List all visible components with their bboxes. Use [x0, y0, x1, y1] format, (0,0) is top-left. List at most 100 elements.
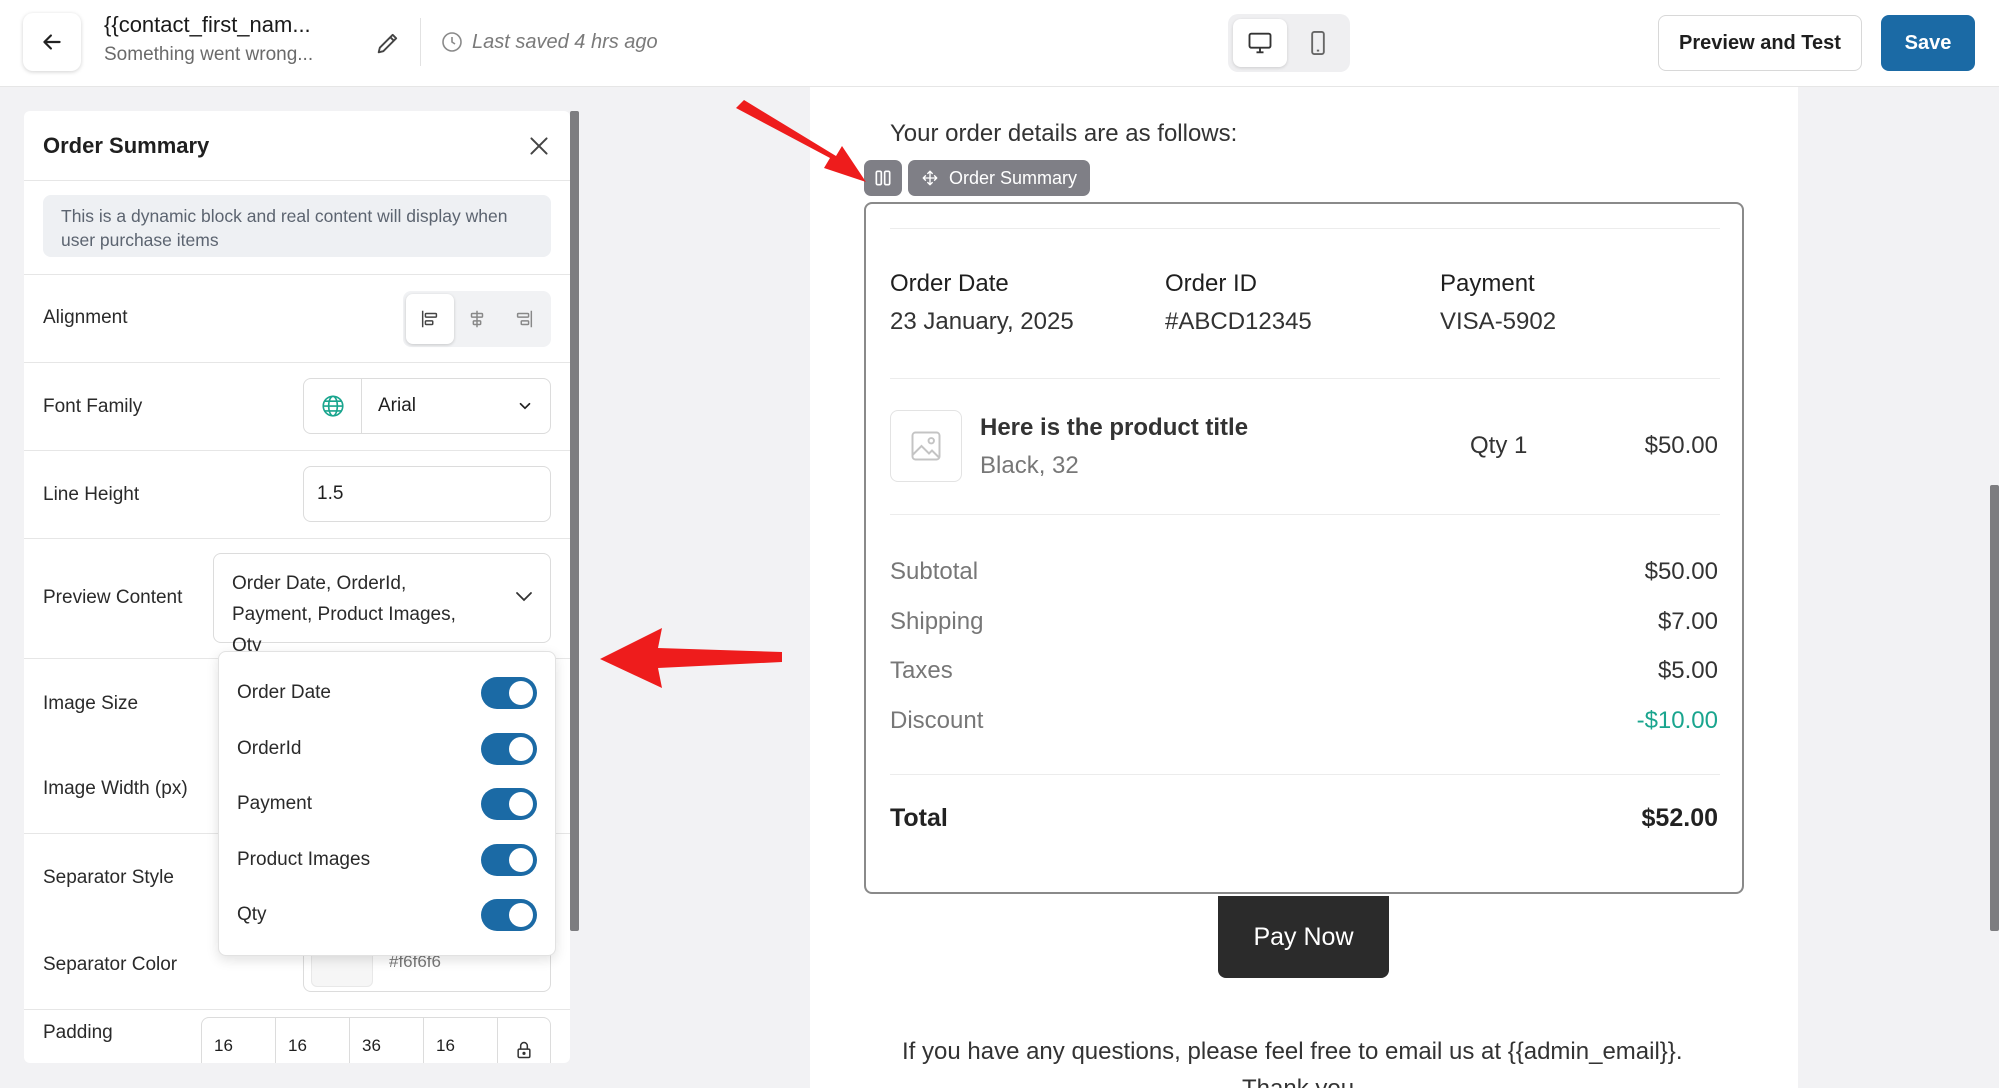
- preview-content-dropdown: Order Date OrderId Payment Product Image…: [218, 651, 556, 956]
- padding-row: Padding 16 16 36 16: [24, 1009, 570, 1063]
- last-saved-status: Last saved 4 hrs ago: [440, 30, 658, 54]
- dropdown-item-label: OrderId: [237, 738, 302, 759]
- total-value: $52.00: [1641, 804, 1718, 832]
- save-button[interactable]: Save: [1881, 15, 1975, 71]
- dropdown-item-label: Payment: [237, 793, 312, 814]
- globe-icon: [304, 379, 362, 433]
- align-right-icon: [516, 310, 533, 328]
- separator: [890, 514, 1720, 515]
- line-height-label: Line Height: [43, 484, 140, 505]
- pay-now-button[interactable]: Pay Now: [1218, 896, 1389, 978]
- align-center-button[interactable]: [453, 294, 501, 344]
- line-height-row: Line Height 1.5: [24, 450, 570, 538]
- pencil-icon[interactable]: [374, 29, 402, 57]
- back-button[interactable]: [23, 13, 81, 71]
- align-center-icon: [470, 310, 484, 328]
- padding-right-input[interactable]: 16: [276, 1018, 350, 1063]
- discount-label: Discount: [890, 707, 984, 734]
- product-title: Here is the product title: [980, 414, 1249, 441]
- order-date-column: Order Date 23 January, 2025: [890, 270, 1074, 336]
- footer-text: If you have any questions, please feel f…: [902, 1038, 1683, 1065]
- panel-scrollbar[interactable]: [570, 111, 579, 931]
- dropdown-item-order-date[interactable]: Order Date: [219, 670, 555, 716]
- preview-and-test-button[interactable]: Preview and Test: [1658, 15, 1862, 71]
- order-summary-block-tag[interactable]: Order Summary: [908, 160, 1091, 196]
- payment-value: VISA-5902: [1440, 308, 1557, 335]
- block-tag-label: Order Summary: [949, 167, 1078, 188]
- toggle-knob: [509, 681, 533, 705]
- payment-toggle[interactable]: [481, 788, 537, 820]
- separator: [890, 228, 1720, 229]
- align-right-button[interactable]: [500, 294, 548, 344]
- payment-label: Payment: [1440, 270, 1535, 297]
- align-left-button[interactable]: [406, 294, 454, 344]
- padding-inputs: 16 16 36 16: [201, 1017, 551, 1063]
- order-date-label: Order Date: [890, 270, 1009, 297]
- chevron-down-icon: [519, 402, 531, 410]
- font-family-label: Font Family: [43, 396, 143, 417]
- dropdown-item-product-images[interactable]: Product Images: [219, 837, 555, 883]
- mobile-view-button[interactable]: [1291, 19, 1345, 67]
- order-id-toggle[interactable]: [481, 733, 537, 765]
- columns-icon: [875, 170, 891, 186]
- product-image-placeholder: [890, 410, 962, 482]
- discount-value: -$10.00: [1636, 707, 1718, 734]
- alignment-buttons: [403, 291, 551, 347]
- padding-top-input[interactable]: 16: [202, 1018, 276, 1063]
- clock-icon: [442, 32, 462, 52]
- alignment-label: Alignment: [43, 307, 128, 328]
- toggle-knob: [509, 848, 533, 872]
- canvas-scrollbar[interactable]: [1990, 485, 1999, 931]
- desktop-icon: [1248, 32, 1272, 54]
- last-saved-text: Last saved 4 hrs ago: [472, 30, 658, 53]
- dropdown-item-payment[interactable]: Payment: [219, 781, 555, 827]
- subtotal-label: Subtotal: [890, 558, 979, 585]
- font-family-value: Arial: [378, 395, 417, 416]
- order-date-toggle[interactable]: [481, 677, 537, 709]
- template-title[interactable]: {{contact_first_nam...: [104, 12, 344, 38]
- product-variant: Black, 32: [980, 452, 1079, 479]
- dropdown-item-label: Qty: [237, 904, 267, 925]
- product-images-toggle[interactable]: [481, 844, 537, 876]
- taxes-label: Taxes: [890, 657, 953, 684]
- desktop-view-button[interactable]: [1233, 19, 1287, 67]
- template-subtitle: Something went wrong...: [104, 44, 314, 65]
- separator-color-label: Separator Color: [43, 954, 178, 975]
- toggle-knob: [509, 792, 533, 816]
- padding-label: Padding: [43, 1022, 113, 1043]
- lock-icon[interactable]: [498, 1018, 550, 1063]
- total-label: Total: [890, 804, 948, 832]
- columns-button[interactable]: [864, 160, 902, 196]
- preview-content-value: Order Date, OrderId, Payment, Product Im…: [232, 573, 456, 656]
- top-bar: {{contact_first_nam... Something went wr…: [0, 0, 1999, 87]
- preview-content-label: Preview Content: [43, 587, 183, 608]
- dropdown-item-label: Order Date: [237, 682, 331, 703]
- mobile-icon: [1311, 30, 1325, 56]
- separator: [890, 378, 1720, 379]
- font-family-row: Font Family Arial: [24, 362, 570, 450]
- dropdown-item-qty[interactable]: Qty: [219, 892, 555, 938]
- chevron-down-icon: [516, 592, 532, 602]
- separator: [890, 774, 1720, 775]
- payment-column: Payment VISA-5902: [1440, 270, 1556, 336]
- footer-closing: Thank you: [1242, 1075, 1354, 1088]
- font-family-select[interactable]: Arial: [303, 378, 551, 434]
- qty-toggle[interactable]: [481, 899, 537, 931]
- image-width-label: Image Width (px): [43, 778, 188, 799]
- image-icon: [911, 431, 941, 461]
- preview-content-select[interactable]: Order Date, OrderId, Payment, Product Im…: [213, 553, 551, 656]
- line-height-input[interactable]: 1.5: [303, 466, 551, 522]
- toggle-knob: [509, 737, 533, 761]
- toggle-knob: [509, 903, 533, 927]
- template-title-block: {{contact_first_nam... Something went wr…: [104, 12, 344, 66]
- close-icon[interactable]: [526, 133, 552, 159]
- order-summary-block[interactable]: Order Date 23 January, 2025 Order ID #AB…: [864, 202, 1744, 894]
- product-qty: Qty 1: [1470, 432, 1528, 459]
- padding-left-input[interactable]: 16: [424, 1018, 498, 1063]
- block-toolbar: Order Summary: [864, 160, 1091, 196]
- device-toggle: [1228, 14, 1350, 72]
- dropdown-item-order-id[interactable]: OrderId: [219, 726, 555, 772]
- padding-bottom-input[interactable]: 36: [350, 1018, 424, 1063]
- font-family-value-wrap: Arial: [362, 379, 550, 433]
- order-date-value: 23 January, 2025: [890, 308, 1074, 335]
